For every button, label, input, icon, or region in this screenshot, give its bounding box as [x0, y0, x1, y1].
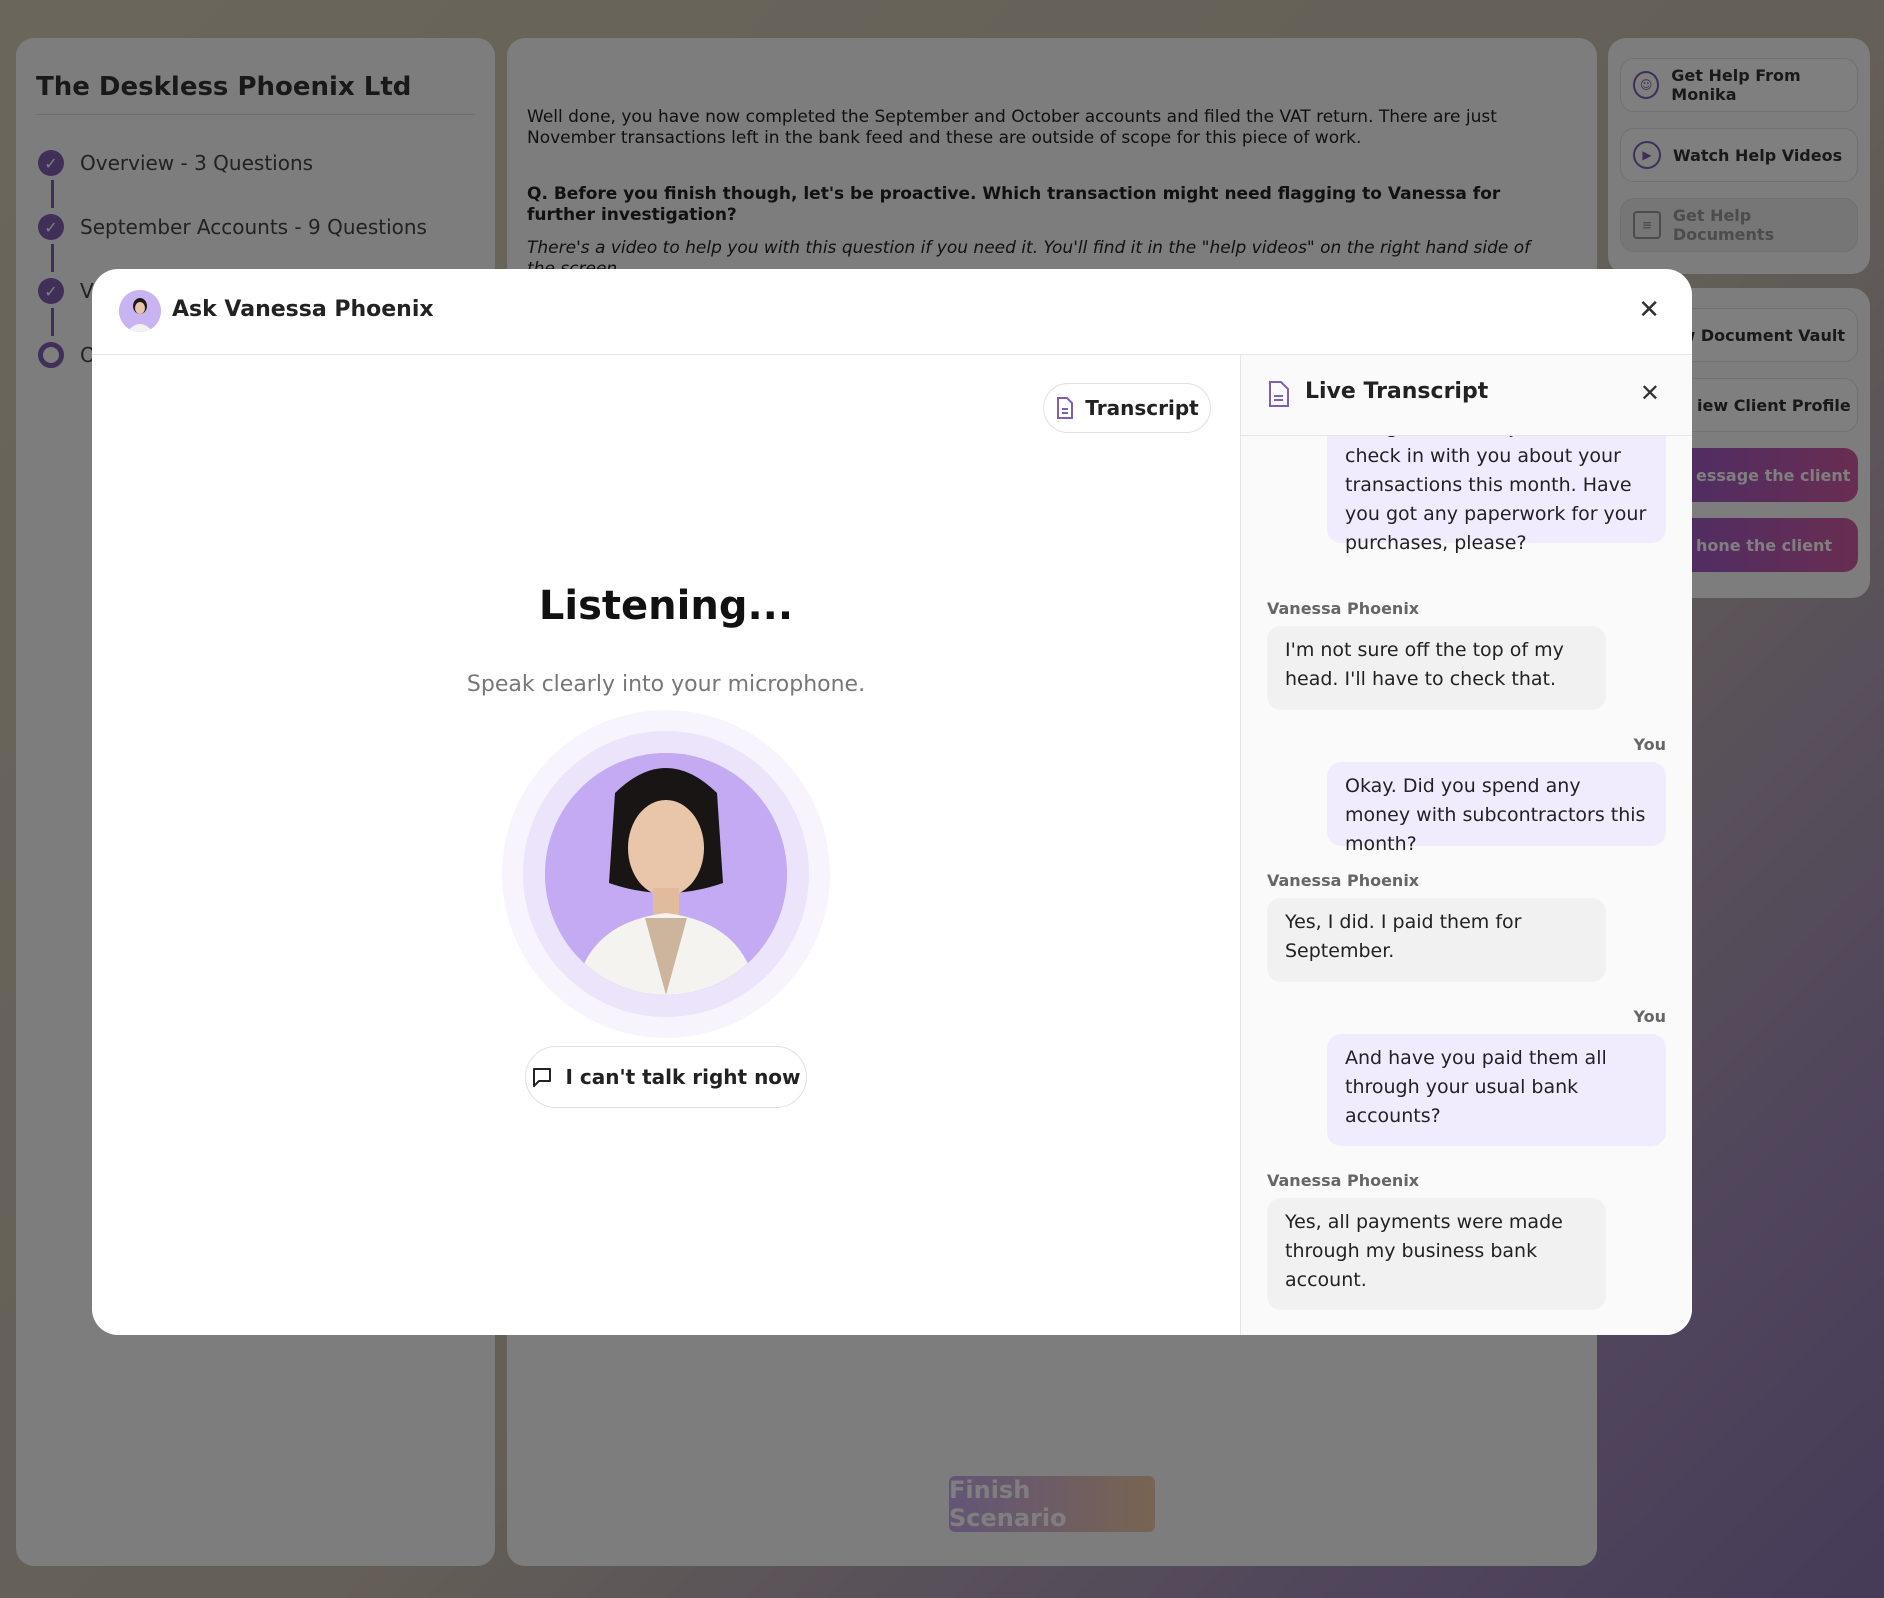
transcript-message-you: doing well. Um, I just wanted to check i…	[1327, 435, 1666, 554]
transcript-message-you: Okay. Did you spend any money with subco…	[1327, 762, 1666, 855]
transcript-button[interactable]: Transcript	[1043, 383, 1211, 433]
transcript-header: Live Transcript ✕	[1241, 355, 1692, 436]
transcript-messages[interactable]: doing well. Um, I just wanted to check i…	[1241, 435, 1692, 1335]
transcript-message-vanessa: I'm not sure off the top of my head. I'l…	[1267, 626, 1606, 710]
live-transcript-pane: Live Transcript ✕ doing well. Um, I just…	[1240, 355, 1692, 1335]
document-icon	[1269, 381, 1289, 407]
cant-talk-label: I can't talk right now	[565, 1065, 801, 1089]
transcript-message-you: And have you paid them all through your …	[1327, 1034, 1666, 1146]
modal-header: Ask Vanessa Phoenix ✕	[92, 269, 1692, 355]
transcript-title: Live Transcript	[1305, 379, 1489, 404]
speak-instruction: Speak clearly into your microphone.	[466, 672, 866, 697]
speaker-label: Vanessa Phoenix	[1267, 871, 1420, 890]
listening-status: Listening...	[538, 583, 794, 629]
document-icon	[1057, 397, 1074, 419]
speaker-label: You	[1633, 1007, 1667, 1026]
speaker-label: Vanessa Phoenix	[1267, 599, 1420, 618]
chat-bubble-icon	[533, 1068, 552, 1087]
speaker-label: You	[1633, 735, 1667, 754]
close-icon[interactable]: ✕	[1638, 295, 1660, 325]
modal-title: Ask Vanessa Phoenix	[172, 297, 434, 322]
cant-talk-button[interactable]: I can't talk right now	[525, 1046, 807, 1108]
transcript-button-label: Transcript	[1085, 396, 1199, 420]
client-photo	[545, 753, 787, 995]
transcript-message-vanessa: Yes, all payments were made through my b…	[1267, 1198, 1606, 1310]
ask-client-modal: Ask Vanessa Phoenix ✕ Transcript Listeni…	[92, 269, 1692, 1335]
voice-pane: Transcript Listening... Speak clearly in…	[92, 355, 1240, 1335]
close-icon[interactable]: ✕	[1640, 379, 1660, 407]
transcript-message-vanessa: Yes, I did. I paid them for September.	[1267, 898, 1606, 982]
vanessa-avatar	[119, 290, 161, 332]
speaker-label: Vanessa Phoenix	[1267, 1171, 1420, 1190]
